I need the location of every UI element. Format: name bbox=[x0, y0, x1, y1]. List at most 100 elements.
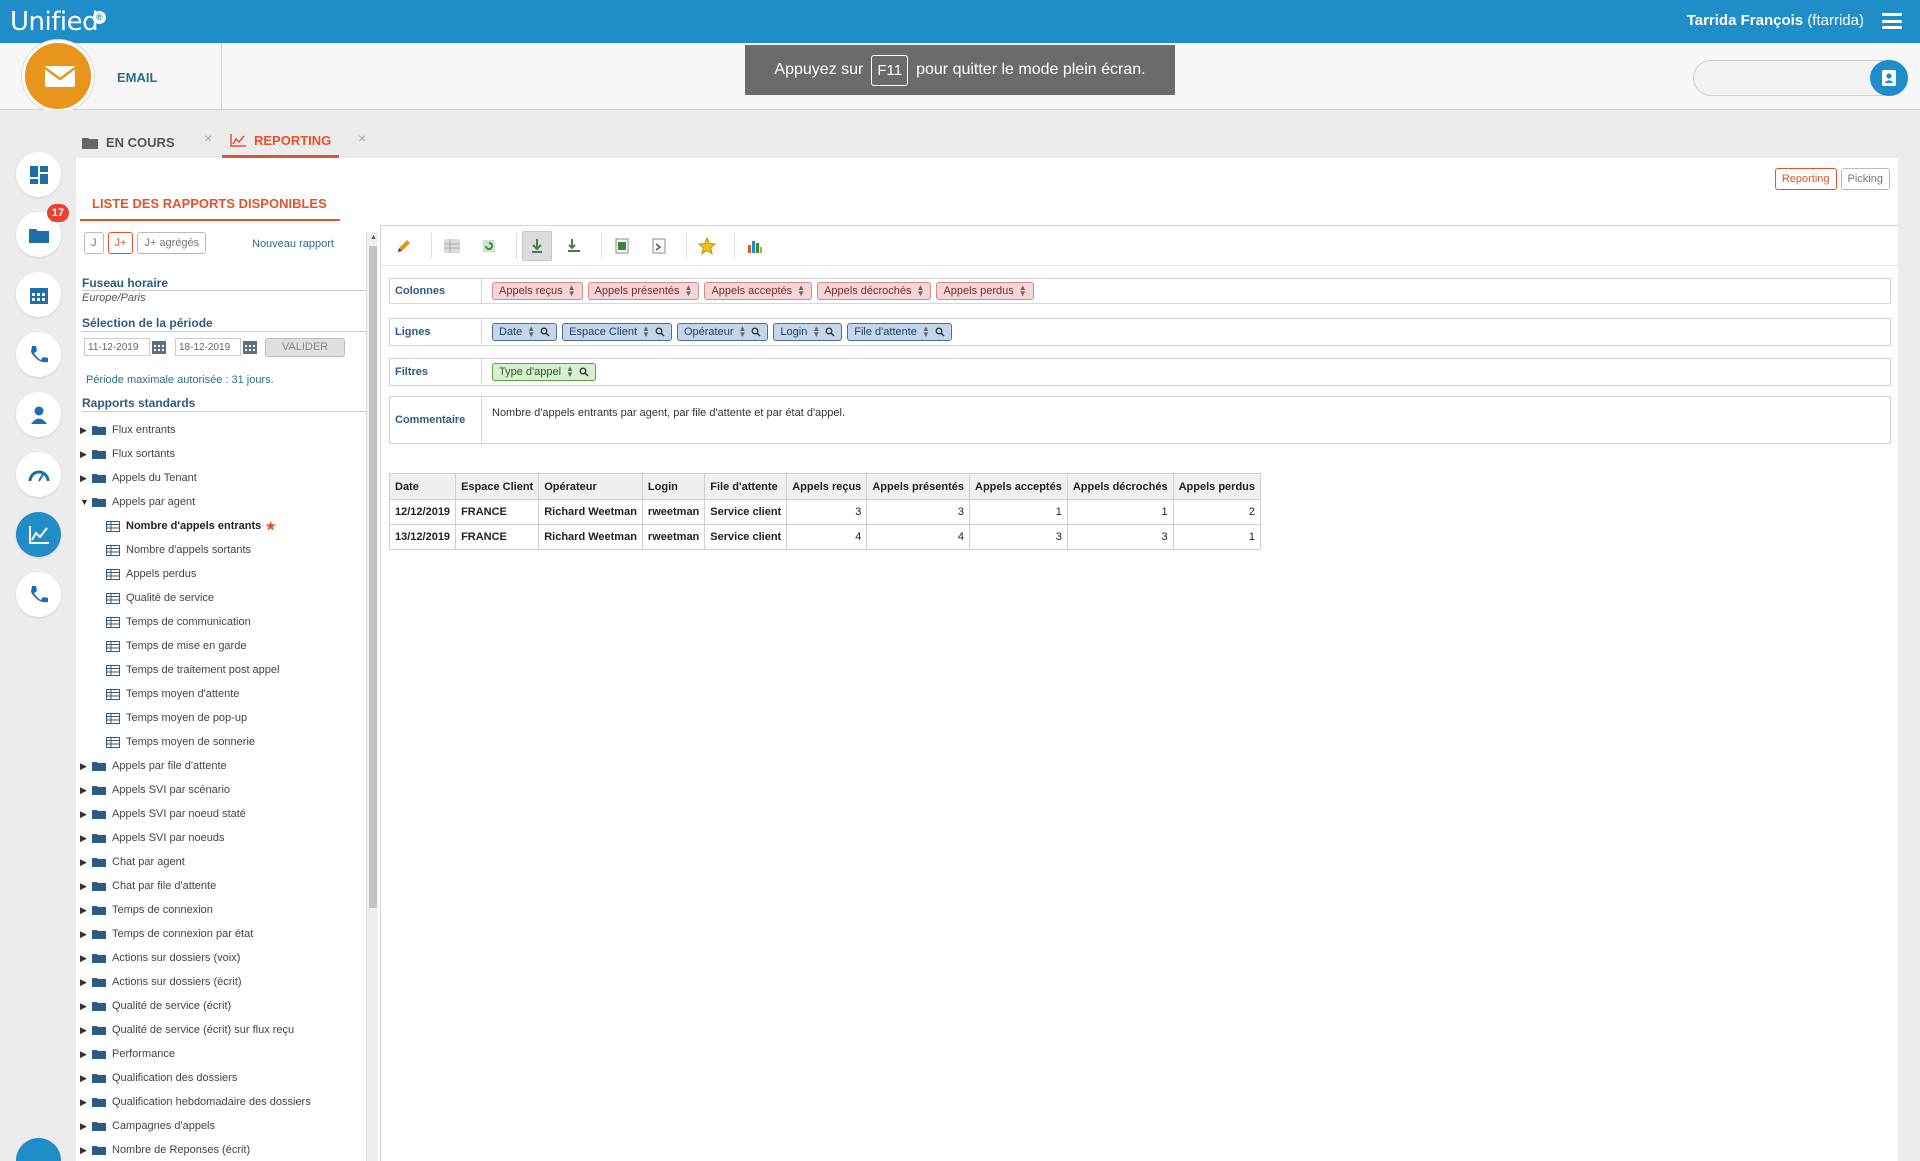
edit-button[interactable] bbox=[389, 231, 419, 261]
sort-arrows-icon[interactable]: ▲ ▼ bbox=[642, 325, 650, 339]
columns-chip[interactable]: Appels présentés ▲ ▼ bbox=[587, 282, 700, 300]
table-header-cell[interactable]: Date bbox=[388, 473, 457, 500]
nav-contacts[interactable] bbox=[16, 392, 61, 437]
report-folder[interactable]: ▶ Chat par agent bbox=[80, 850, 362, 874]
caret-right-icon[interactable]: ▶ bbox=[80, 761, 92, 772]
caret-right-icon[interactable]: ▶ bbox=[80, 1049, 92, 1060]
chart-button[interactable] bbox=[740, 231, 770, 261]
rows-chip[interactable]: Login ▲ ▼ bbox=[773, 323, 843, 341]
hamburger-menu-icon[interactable] bbox=[1882, 13, 1902, 29]
table-header-cell[interactable]: Appels présentés bbox=[866, 473, 971, 500]
nav-calendar[interactable] bbox=[16, 272, 61, 317]
report-item[interactable]: Nombre d'appels entrants ★ bbox=[80, 514, 362, 538]
report-folder[interactable]: ▶ Actions sur dossiers (voix) bbox=[80, 946, 362, 970]
sort-arrows-icon[interactable]: ▲ ▼ bbox=[1019, 284, 1027, 298]
report-folder[interactable]: ▶ Nombre de Reponses (écrit) bbox=[80, 1138, 362, 1161]
nav-reporting[interactable] bbox=[16, 512, 61, 557]
report-item[interactable]: Temps moyen de pop-up bbox=[80, 706, 362, 730]
caret-right-icon[interactable]: ▶ bbox=[80, 785, 92, 796]
report-folder[interactable]: ▶ Appels du Tenant bbox=[80, 466, 362, 490]
comment-text[interactable]: Nombre d'appels entrants par agent, par … bbox=[482, 397, 855, 429]
contact-search-input[interactable] bbox=[1693, 60, 1908, 96]
report-folder[interactable]: ▶ Qualité de service (écrit) sur flux reç… bbox=[80, 1018, 362, 1042]
report-item[interactable]: Temps de mise en garde bbox=[80, 634, 362, 658]
sort-arrows-icon[interactable]: ▲ ▼ bbox=[797, 284, 805, 298]
tab-reporting[interactable]: REPORTING bbox=[222, 126, 340, 158]
caret-right-icon[interactable]: ▶ bbox=[80, 929, 92, 940]
caret-right-icon[interactable]: ▶ bbox=[80, 1025, 92, 1036]
table-header-cell[interactable]: Appels reçus bbox=[786, 473, 868, 500]
date-from-input[interactable] bbox=[84, 338, 150, 356]
report-folder[interactable]: ▶ Temps de connexion par état bbox=[80, 922, 362, 946]
reporting-view-button[interactable]: Reporting bbox=[1774, 168, 1837, 190]
nav-supervision[interactable] bbox=[16, 452, 61, 497]
date-to-input[interactable] bbox=[175, 338, 241, 356]
sort-arrows-icon[interactable]: ▲ ▼ bbox=[685, 284, 693, 298]
columns-chip[interactable]: Appels perdus ▲ ▼ bbox=[936, 282, 1034, 300]
sort-arrows-icon[interactable]: ▲ ▼ bbox=[922, 325, 930, 339]
report-folder[interactable]: ▶ Performance bbox=[80, 1042, 362, 1066]
caret-right-icon[interactable]: ▶ bbox=[80, 857, 92, 868]
report-folder[interactable]: ▶ Appels SVI par noeud staté bbox=[80, 802, 362, 826]
magnifier-icon[interactable] bbox=[579, 367, 589, 377]
tab-en-cours-close-icon[interactable]: × bbox=[204, 130, 212, 146]
magnifier-icon[interactable] bbox=[751, 327, 761, 337]
report-folder[interactable]: ▶ Qualification des dossiers bbox=[80, 1066, 362, 1090]
report-item[interactable]: Temps de traitement post appel bbox=[80, 658, 362, 682]
report-folder[interactable]: ▶ Temps de connexion bbox=[80, 898, 362, 922]
table-header-cell[interactable]: Appels décrochés bbox=[1066, 473, 1174, 500]
contact-book-button[interactable] bbox=[1870, 60, 1908, 96]
sort-arrows-icon[interactable]: ▲ ▼ bbox=[812, 325, 820, 339]
refresh-button[interactable] bbox=[474, 231, 504, 261]
rows-chip[interactable]: Espace Client ▲ ▼ bbox=[562, 323, 672, 341]
rows-chip[interactable]: Opérateur ▲ ▼ bbox=[676, 323, 769, 341]
caret-right-icon[interactable]: ▶ bbox=[80, 905, 92, 916]
rows-chip[interactable]: Date ▲ ▼ bbox=[492, 323, 558, 341]
export-excel-button[interactable] bbox=[607, 231, 637, 261]
caret-right-icon[interactable]: ▶ bbox=[80, 425, 92, 436]
calendar-icon[interactable] bbox=[243, 339, 257, 354]
magnifier-icon[interactable] bbox=[540, 327, 550, 337]
caret-right-icon[interactable]: ▶ bbox=[80, 1001, 92, 1012]
magnifier-icon[interactable] bbox=[935, 327, 945, 337]
magnifier-icon[interactable] bbox=[825, 327, 835, 337]
caret-right-icon[interactable]: ▶ bbox=[80, 833, 92, 844]
columns-chip[interactable]: Appels décrochés ▲ ▼ bbox=[817, 282, 932, 300]
period-j-plus-button[interactable]: J+ bbox=[107, 232, 134, 254]
caret-right-icon[interactable]: ▶ bbox=[80, 1121, 92, 1132]
scroll-up-arrow-icon[interactable]: ▲ bbox=[370, 234, 377, 241]
validate-button[interactable]: VALIDER bbox=[265, 338, 345, 357]
reports-list-scrollbar[interactable]: ▲ bbox=[366, 232, 378, 1161]
report-folder[interactable]: ▼ Appels par agent bbox=[80, 490, 362, 514]
report-item[interactable]: Temps de communication bbox=[80, 610, 362, 634]
download-all-button[interactable] bbox=[559, 231, 589, 261]
report-item[interactable]: Appels perdus bbox=[80, 562, 362, 586]
tab-reporting-close-icon[interactable]: × bbox=[358, 130, 366, 146]
columns-chip[interactable]: Appels reçus ▲ ▼ bbox=[492, 282, 583, 300]
nav-call-settings[interactable] bbox=[16, 572, 61, 617]
tab-en-cours[interactable]: EN COURS bbox=[82, 126, 175, 158]
calendar-icon[interactable] bbox=[152, 339, 166, 354]
caret-right-icon[interactable]: ▶ bbox=[80, 1145, 92, 1156]
nav-dashboard[interactable] bbox=[16, 152, 61, 197]
report-folder[interactable]: ▶ Appels SVI par noeuds bbox=[80, 826, 362, 850]
caret-right-icon[interactable]: ▶ bbox=[80, 881, 92, 892]
download-button[interactable] bbox=[522, 230, 552, 261]
table-header-cell[interactable]: File d'attente bbox=[704, 473, 788, 500]
filters-chip[interactable]: Type d'appel ▲ ▼ bbox=[492, 363, 596, 381]
rows-chip[interactable]: File d'attente ▲ ▼ bbox=[847, 323, 952, 341]
table-header-cell[interactable]: Espace Client bbox=[455, 473, 540, 500]
report-folder[interactable]: ▶ Campagnes d'appels bbox=[80, 1114, 362, 1138]
report-folder[interactable]: ▶ Actions sur dossiers (écrit) bbox=[80, 970, 362, 994]
grid-view-button[interactable] bbox=[437, 231, 467, 261]
email-channel-button[interactable] bbox=[22, 40, 94, 112]
period-j-plus-aggregated-button[interactable]: J+ agrégés bbox=[137, 232, 207, 254]
caret-right-icon[interactable]: ▶ bbox=[80, 473, 92, 484]
user-name[interactable]: Tarrida François (ftarrida) bbox=[1687, 12, 1864, 29]
table-header-cell[interactable]: Login bbox=[641, 473, 706, 500]
table-header-cell[interactable]: Appels perdus bbox=[1172, 473, 1262, 500]
sort-arrows-icon[interactable]: ▲ ▼ bbox=[527, 325, 535, 339]
caret-right-icon[interactable]: ▶ bbox=[80, 449, 92, 460]
caret-right-icon[interactable]: ▶ bbox=[80, 953, 92, 964]
caret-right-icon[interactable]: ▶ bbox=[80, 977, 92, 988]
